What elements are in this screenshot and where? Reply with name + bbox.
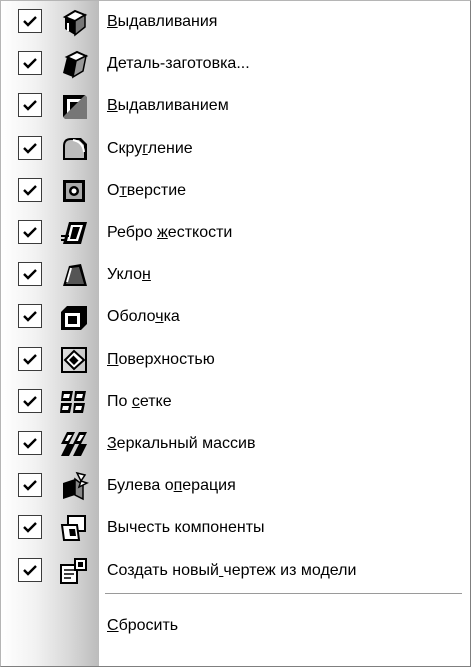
part-blank-icon [59, 49, 89, 79]
checkbox-checked-icon[interactable] [18, 262, 42, 286]
menu-item-label: Уклон [107, 266, 151, 283]
menu-item-label: Деталь-заготовка... [107, 55, 250, 72]
checkbox-checked-icon[interactable] [18, 220, 42, 244]
menu-item-label: Скругление [107, 140, 193, 157]
cut-extrusion-icon [59, 91, 89, 121]
menu-item-label: Оболочка [107, 308, 180, 325]
checkbox-checked-icon[interactable] [18, 51, 42, 75]
menu-item[interactable]: Выдавливания [1, 1, 470, 43]
menu-item-label: Отверстие [107, 182, 187, 199]
menu-item-label: По сетке [107, 393, 172, 410]
menu-item[interactable]: Деталь-заготовка... [1, 43, 470, 85]
mirror-array-icon [59, 429, 89, 459]
extrusion-icon [59, 7, 89, 37]
checkbox-checked-icon[interactable] [18, 9, 42, 33]
menu-item[interactable]: Булева операция [1, 465, 470, 507]
shell-icon [59, 302, 89, 332]
menu-item-label: Ребро жесткости [107, 224, 233, 241]
menu-item[interactable]: Выдавливанием [1, 85, 470, 127]
grid-array-icon [59, 387, 89, 417]
hole-icon [59, 176, 89, 206]
checkbox-checked-icon[interactable] [18, 136, 42, 160]
menu-item-label: Вычесть компоненты [107, 519, 265, 536]
new-drawing-from-model-icon [59, 556, 89, 586]
subtract-components-icon [59, 513, 89, 543]
checkbox-checked-icon[interactable] [18, 389, 42, 413]
menu-item[interactable]: Ребро жесткости [1, 212, 470, 254]
menu-item-label: Выдавливанием [107, 97, 229, 114]
menu-separator [105, 593, 462, 595]
menu-item[interactable]: По сетке [1, 381, 470, 423]
menu-item[interactable]: Зеркальный массив [1, 423, 470, 465]
rib-icon [59, 218, 89, 248]
checkbox-checked-icon[interactable] [18, 515, 42, 539]
menu-item[interactable]: Скругление [1, 128, 470, 170]
reset-menu-item[interactable]: Сбросить [1, 605, 470, 647]
checkbox-checked-icon[interactable] [18, 473, 42, 497]
menu-item-label: Булева операция [107, 477, 236, 494]
toolbar-customize-menu: Выдавливания Деталь-заготовка... Выдавлива… [0, 0, 471, 667]
reset-label: Сбросить [107, 617, 179, 634]
boolean-operation-icon [59, 471, 89, 501]
checkbox-checked-icon[interactable] [18, 347, 42, 371]
menu-item[interactable]: Вычесть компоненты [1, 507, 470, 549]
checkbox-checked-icon[interactable] [18, 178, 42, 202]
checkbox-checked-icon[interactable] [18, 558, 42, 582]
menu-item[interactable]: Отверстие [1, 170, 470, 212]
menu-item[interactable]: Поверхностью [1, 339, 470, 381]
checkbox-checked-icon[interactable] [18, 93, 42, 117]
checkbox-checked-icon[interactable] [18, 304, 42, 328]
draft-icon [59, 260, 89, 290]
checkbox-checked-icon[interactable] [18, 431, 42, 455]
menu-item-label: Зеркальный массив [107, 435, 256, 452]
surface-cut-icon [59, 345, 89, 375]
menu-item[interactable]: Оболочка [1, 296, 470, 338]
fillet-icon [59, 134, 89, 164]
menu-item-label: Создать новый чертеж из модели [107, 562, 357, 579]
menu-item[interactable]: Создать новый чертеж из модели [1, 550, 470, 592]
menu-item-label: Поверхностью [107, 351, 215, 368]
menu-item-label: Выдавливания [107, 13, 218, 30]
menu-item[interactable]: Уклон [1, 254, 470, 296]
